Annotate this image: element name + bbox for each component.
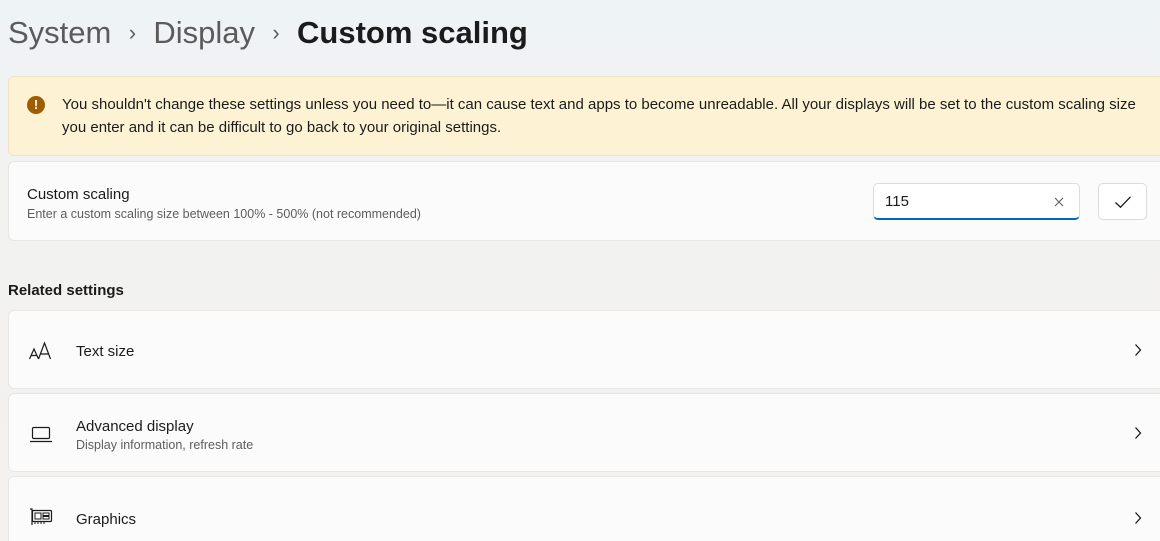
related-item-title: Graphics (76, 511, 137, 528)
custom-scaling-title: Custom scaling (27, 186, 130, 203)
breadcrumb-item-system[interactable]: System (8, 12, 111, 54)
custom-scaling-card: Custom scaling Enter a custom scaling si… (8, 161, 1160, 241)
page-title: Custom scaling (297, 15, 528, 50)
breadcrumb-item-display[interactable]: Display (153, 12, 255, 54)
custom-scaling-input-box (873, 183, 1080, 220)
breadcrumb: System › Display › Custom scaling (8, 12, 528, 54)
related-item-advanced-display[interactable]: Advanced display Display information, re… (8, 393, 1160, 472)
chevron-right-icon (1129, 424, 1147, 442)
monitor-icon (27, 422, 55, 446)
breadcrumb-chevron-icon: › (272, 20, 280, 45)
checkmark-icon (1114, 195, 1131, 208)
clear-input-button[interactable] (1047, 190, 1071, 214)
related-item-title: Text size (76, 343, 135, 360)
warning-banner: ! You shouldn't change these settings un… (8, 76, 1160, 156)
related-item-graphics[interactable]: Graphics (8, 476, 1160, 541)
custom-scaling-description: Enter a custom scaling size between 100%… (27, 207, 421, 221)
related-item-subtitle: Display information, refresh rate (76, 438, 254, 452)
warning-text: You shouldn't change these settings unle… (62, 96, 1136, 136)
confirm-scaling-button[interactable] (1098, 183, 1147, 220)
warning-icon: ! (27, 96, 45, 114)
text-size-icon (27, 339, 55, 363)
custom-scaling-input[interactable] (874, 184, 1044, 218)
chevron-right-icon (1129, 341, 1147, 359)
related-item-title: Advanced display (76, 418, 194, 435)
related-item-text-size[interactable]: Text size (8, 310, 1160, 389)
close-icon (1054, 197, 1064, 207)
graphics-card-icon (27, 505, 55, 529)
chevron-right-icon (1129, 509, 1147, 527)
breadcrumb-chevron-icon: › (128, 20, 137, 45)
related-settings-heading: Related settings (8, 282, 124, 299)
